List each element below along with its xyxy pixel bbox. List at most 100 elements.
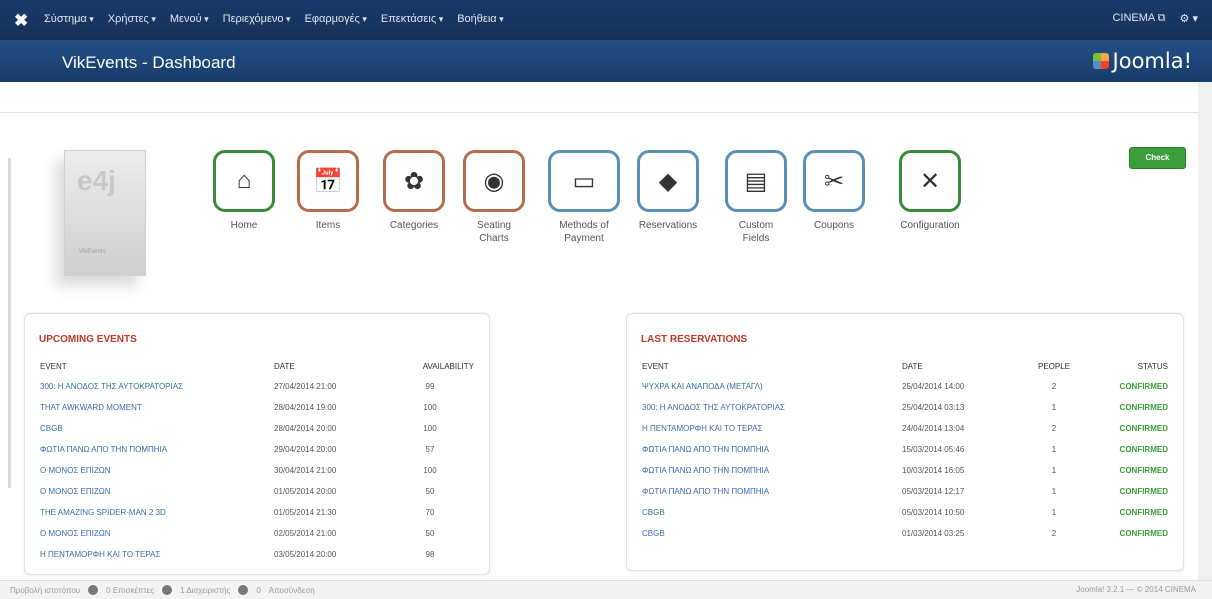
joomla-logo: Joomla!	[1092, 49, 1192, 73]
event-link[interactable]: CBGB	[641, 502, 901, 523]
event-link[interactable]: 300: Η ΑΝΟΔΟΣ ΤΗΣ ΑΥΤΟΚΡΑΤΟΡΙΑΣ	[39, 376, 273, 397]
event-link[interactable]: THAT AWKWARD MOMENT	[39, 397, 273, 418]
event-link[interactable]: 300: Η ΑΝΟΔΟΣ ΤΗΣ ΑΥΤΟΚΡΑΤΟΡΙΑΣ	[641, 397, 901, 418]
upcoming-events-table: EVENT DATE AVAILABILITY 300: Η ΑΝΟΔΟΣ ΤΗ…	[39, 357, 475, 565]
menu-menus[interactable]: Μενού	[170, 13, 209, 25]
seating-icon: ◉	[463, 150, 525, 212]
event-link[interactable]: CBGB	[39, 418, 273, 439]
status-badge: CONFIRMED	[1119, 529, 1168, 538]
table-row[interactable]: Η ΠΕΝΤΑΜΟΡΦΗ ΚΑΙ ΤΟ ΤΕΡΑΣ 24/04/2014 13:0…	[641, 418, 1169, 439]
event-link[interactable]: Ο ΜΟΝΟΣ ΕΠΙΖΩΝ	[39, 460, 273, 481]
table-row[interactable]: Η ΠΕΝΤΑΜΟΡΦΗ ΚΑΙ ΤΟ ΤΕΡΑΣ 03/05/2014 20:0…	[39, 544, 475, 565]
table-row[interactable]: 300: Η ΑΝΟΔΟΣ ΤΗΣ ΑΥΤΟΚΡΑΤΟΡΙΑΣ 27/04/201…	[39, 376, 475, 397]
dashboard-custom-fields[interactable]: ▤ Custom Fields	[712, 150, 800, 245]
site-link[interactable]: CINEMA ⧉	[1112, 12, 1165, 25]
dashboard-configuration[interactable]: ✕ Configuration	[886, 150, 974, 232]
status-badge: CONFIRMED	[1119, 382, 1168, 391]
table-row[interactable]: Ο ΜΟΝΟΣ ΕΠΙΖΩΝ 02/05/2014 21:00 50	[39, 523, 475, 544]
joomla-menu-icon[interactable]: ✖	[14, 11, 28, 31]
last-reservations-panel: LAST RESERVATIONS EVENT DATE PEOPLE STAT…	[626, 313, 1184, 571]
payment-glyph: ▭	[572, 167, 596, 195]
admin-menu: Σύστημα Χρήστες Μενού Περιεχόμενο Εφαρμο…	[44, 13, 504, 25]
dashboard-custom-fields-label: Custom Fields	[738, 220, 774, 244]
table-row[interactable]: ΦΩΤΙΑ ΠΑΝΩ ΑΠΟ ΤΗΝ ΠΟΜΠΗΙΑ 15/03/2014 05:…	[641, 439, 1169, 460]
tag-glyph: ◆	[658, 167, 678, 195]
table-row[interactable]: Ο ΜΟΝΟΣ ΕΠΙΖΩΝ 01/05/2014 20:00 50	[39, 481, 475, 502]
col-event: EVENT	[40, 362, 67, 371]
dashboard-payment[interactable]: ▭ Methods of Payment	[540, 150, 628, 245]
fields-icon: ▤	[725, 150, 787, 212]
reservation-date: 05/03/2014 12:17	[902, 487, 965, 496]
reservation-date: 25/04/2014 14:00	[902, 382, 965, 391]
dashboard-reservations[interactable]: ◆ Reservations	[624, 150, 712, 232]
people-count: 2	[1051, 424, 1057, 433]
availability: 100	[423, 424, 437, 433]
messages-count: 0	[256, 585, 261, 595]
check-updates-button[interactable]: Check Updates	[1129, 147, 1186, 182]
event-link[interactable]: ΦΩΤΙΑ ΠΑΝΩ ΑΠΟ ΤΗΝ ΠΟΜΠΗΙΑ	[39, 439, 273, 460]
table-row[interactable]: Ο ΜΟΝΟΣ ΕΠΙΖΩΝ 30/04/2014 21:00 100	[39, 460, 475, 481]
last-reservations-table: EVENT DATE PEOPLE STATUS ΨΥΧΡΑ ΚΑΙ ΑΝΑΠΟ…	[641, 357, 1169, 544]
menu-users[interactable]: Χρήστες	[108, 13, 156, 25]
table-row[interactable]: THAT AWKWARD MOMENT 28/04/2014 19:00 100	[39, 397, 475, 418]
dashboard-categories-label: Categories	[389, 220, 439, 231]
scissors-glyph: ✂	[823, 167, 845, 195]
product-logo: e4j	[77, 165, 116, 196]
menu-content[interactable]: Περιεχόμενο	[223, 13, 291, 25]
table-row[interactable]: THE AMAZING SPIDER-MAN 2 3D 01/05/2014 21…	[39, 502, 475, 523]
people-count: 1	[1051, 466, 1057, 475]
event-link[interactable]: Ο ΜΟΝΟΣ ΕΠΙΖΩΝ	[39, 523, 273, 544]
dashboard-seating-charts[interactable]: ◉ Seating Charts	[450, 150, 538, 245]
admins-count: 1 Διαχειριστής	[180, 585, 231, 595]
table-row[interactable]: 300: Η ΑΝΟΔΟΣ ΤΗΣ ΑΥΤΟΚΡΑΤΟΡΙΑΣ 25/04/201…	[641, 397, 1169, 418]
fields-glyph: ▤	[744, 167, 768, 195]
menu-components[interactable]: Εφαρμογές	[305, 13, 367, 25]
table-row[interactable]: ΨΥΧΡΑ ΚΑΙ ΑΝΑΠΟΔΑ (ΜΕΤΑΓΛ) 25/04/2014 14:…	[641, 376, 1169, 397]
seating-glyph: ◉	[483, 167, 505, 195]
event-link[interactable]: Η ΠΕΝΤΑΜΟΡΦΗ ΚΑΙ ΤΟ ΤΕΡΑΣ	[39, 544, 273, 565]
event-link[interactable]: ΦΩΤΙΑ ΠΑΝΩ ΑΠΟ ΤΗΝ ΠΟΜΠΗΙΑ	[641, 460, 901, 481]
dashboard-categories[interactable]: ✿ Categories	[370, 150, 458, 232]
event-link[interactable]: THE AMAZING SPIDER-MAN 2 3D	[39, 502, 273, 523]
dashboard-seating-label: Seating Charts	[477, 220, 511, 244]
dashboard-home-label: Home	[230, 220, 258, 231]
admins-icon	[162, 585, 173, 595]
home-icon: ⌂	[213, 150, 275, 212]
gear-icon[interactable]: ⚙ ▾	[1180, 12, 1198, 25]
dashboard-payment-label: Methods of Payment	[559, 220, 609, 244]
table-row[interactable]: ΦΩΤΙΑ ΠΑΝΩ ΑΠΟ ΤΗΝ ΠΟΜΠΗΙΑ 05/03/2014 12:…	[641, 481, 1169, 502]
dashboard-coupons[interactable]: ✂ Coupons	[790, 150, 878, 232]
menu-extensions[interactable]: Επεκτάσεις	[381, 13, 443, 25]
table-row[interactable]: ΦΩΤΙΑ ΠΑΝΩ ΑΠΟ ΤΗΝ ΠΟΜΠΗΙΑ 29/04/2014 20:…	[39, 439, 475, 460]
people-count: 1	[1051, 445, 1057, 454]
categories-icon: ✿	[383, 150, 445, 212]
status-badge: CONFIRMED	[1119, 403, 1168, 412]
menu-help[interactable]: Βοήθεια	[457, 13, 503, 25]
dashboard-home[interactable]: ⌂ Home	[200, 150, 288, 232]
calendar-glyph: 📅	[313, 167, 343, 195]
event-link[interactable]: CBGB	[641, 523, 901, 544]
availability: 70	[425, 508, 435, 517]
table-row[interactable]: CBGB 01/03/2014 03:25 2 CONFIRMED	[641, 523, 1169, 544]
menu-system[interactable]: Σύστημα	[44, 13, 94, 25]
messages-icon	[238, 585, 249, 595]
availability: 100	[423, 466, 437, 475]
status-footer: Προβολή ιστοτόπου 0 Επισκέπτες 1 Διαχειρ…	[0, 580, 1212, 599]
table-row[interactable]: CBGB 05/03/2014 10:50 1 CONFIRMED	[641, 502, 1169, 523]
left-rule	[8, 158, 11, 488]
table-row[interactable]: CBGB 28/04/2014 20:00 100	[39, 418, 475, 439]
event-link[interactable]: Η ΠΕΝΤΑΜΟΡΦΗ ΚΑΙ ΤΟ ΤΕΡΑΣ	[641, 418, 901, 439]
event-date: 28/04/2014 20:00	[274, 424, 337, 433]
view-site-link[interactable]: Προβολή ιστοτόπου	[10, 586, 80, 595]
event-link[interactable]: ΨΥΧΡΑ ΚΑΙ ΑΝΑΠΟΔΑ (ΜΕΤΑΓΛ)	[641, 376, 901, 397]
scrollbar[interactable]	[1198, 82, 1212, 580]
home-glyph: ⌂	[236, 167, 252, 194]
table-row[interactable]: ΦΩΤΙΑ ΠΑΝΩ ΑΠΟ ΤΗΝ ΠΟΜΠΗΙΑ 10/03/2014 16:…	[641, 460, 1169, 481]
event-link[interactable]: ΦΩΤΙΑ ΠΑΝΩ ΑΠΟ ΤΗΝ ΠΟΜΠΗΙΑ	[641, 481, 901, 502]
people-count: 1	[1051, 508, 1057, 517]
dashboard-items[interactable]: 📅 Items	[284, 150, 372, 232]
event-date: 29/04/2014 20:00	[274, 445, 337, 454]
event-link[interactable]: ΦΩΤΙΑ ΠΑΝΩ ΑΠΟ ΤΗΝ ΠΟΜΠΗΙΑ	[641, 439, 901, 460]
logout-link[interactable]: Αποσύνδεση	[269, 586, 315, 595]
event-link[interactable]: Ο ΜΟΝΟΣ ΕΠΙΖΩΝ	[39, 481, 273, 502]
